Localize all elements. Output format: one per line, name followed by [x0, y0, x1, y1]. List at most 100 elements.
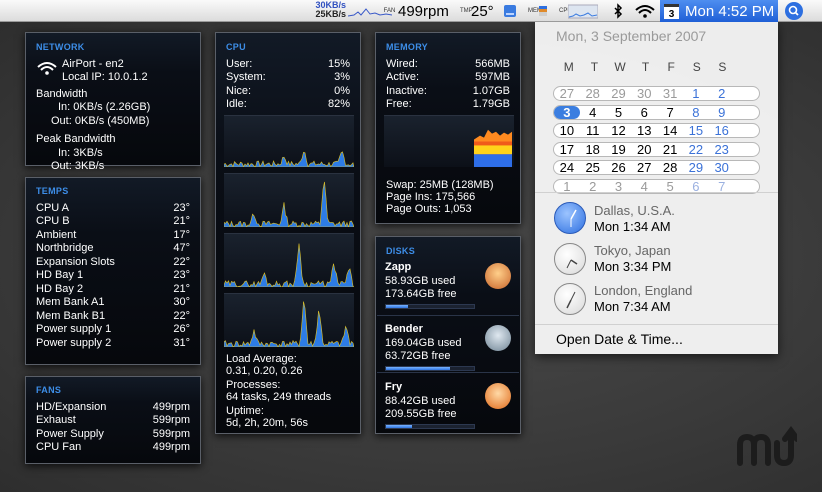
city-name: Dallas, U.S.A.	[594, 203, 675, 218]
calendar-day[interactable]: 13	[631, 124, 657, 137]
network-rate-menu-extra[interactable]: 30KB/s 25KB/s	[306, 1, 346, 19]
bluetooth-icon[interactable]	[612, 0, 624, 22]
calendar-day[interactable]: 12	[606, 124, 632, 137]
fan-speed-menu-extra[interactable]: 499rpm	[398, 0, 449, 22]
stat-label: CPU A	[36, 201, 70, 214]
calendar-day[interactable]: 25	[580, 161, 606, 174]
network-title: NETWORK	[36, 42, 85, 52]
wifi-icon[interactable]	[634, 0, 656, 22]
download-rate: 25KB/s	[315, 9, 346, 19]
calendar-day[interactable]: 27	[554, 87, 580, 100]
calendar-day[interactable]: 9	[709, 106, 735, 119]
calendar-day[interactable]: 26	[606, 161, 632, 174]
swap-info: Swap: 25MB (128MB) Page Ins: 175,566 Pag…	[386, 179, 494, 215]
stat-label: User:	[226, 57, 253, 70]
cpu-activity-area	[224, 181, 354, 227]
calendar-day[interactable]: 5	[606, 106, 632, 119]
calendar-day[interactable]: 27	[631, 161, 657, 174]
calendar-day[interactable]: 15	[683, 124, 709, 137]
calendar-day[interactable]: 4	[631, 180, 657, 193]
stat-row: Idle: 82%	[226, 98, 350, 112]
calendar-day[interactable]: 1	[554, 180, 580, 193]
calendar-day[interactable]: 2	[580, 180, 606, 193]
divider	[377, 315, 519, 316]
stat-row: Power Supply 599rpm	[36, 428, 190, 442]
calendar-day[interactable]: 28	[657, 161, 683, 174]
calendar-day[interactable]: 16	[709, 124, 735, 137]
calendar-day[interactable]: 6	[683, 180, 709, 193]
cpu-activity-outline	[224, 181, 354, 227]
london-clock-icon	[554, 283, 586, 315]
stat-value: 22°	[173, 255, 190, 268]
stat-label: HD Bay 2	[36, 282, 84, 295]
stat-value: 1.79GB	[472, 98, 510, 110]
world-clock-tokyo[interactable]: Tokyo, Japan Mon 3:34 PM	[594, 243, 671, 275]
calendar-day[interactable]: 18	[580, 143, 606, 156]
disk-activity-icon[interactable]	[503, 0, 517, 22]
calendar-day[interactable]: 30	[631, 87, 657, 100]
calendar-day[interactable]: 23	[709, 143, 735, 156]
calendar-day[interactable]: 3	[606, 180, 632, 193]
stat-value: 23°	[173, 269, 190, 281]
processes-label: Processes:	[226, 379, 281, 391]
stat-row: CPU B 21°	[36, 215, 190, 229]
uptime-label: Uptime:	[226, 405, 264, 417]
calendar-day[interactable]: 29	[606, 87, 632, 100]
disks-title: DISKS	[386, 246, 416, 256]
calendar-day[interactable]: 4	[580, 106, 606, 119]
calendar-day[interactable]: 7	[709, 180, 735, 193]
memory-menu-extra[interactable]	[538, 0, 548, 22]
peak-in-label: In:	[58, 146, 71, 159]
cpu-graph-menu-extra[interactable]	[568, 0, 598, 22]
spotlight-icon[interactable]	[784, 0, 804, 22]
calendar-day[interactable]: 2	[709, 87, 735, 100]
cpu-label: CPU	[559, 8, 572, 14]
stat-value: 15%	[327, 57, 350, 70]
weekday-label: T	[590, 60, 599, 74]
stat-value: 26°	[173, 323, 190, 335]
stat-value: 566MB	[475, 57, 510, 70]
calendar-day[interactable]: 14	[657, 124, 683, 137]
open-date-time-menu-item[interactable]: Open Date & Time...	[556, 331, 683, 347]
weekday-label: T	[641, 60, 650, 74]
calendar-day[interactable]: 29	[683, 161, 709, 174]
stat-label: Idle:	[226, 98, 247, 110]
calendar-day[interactable]: 22	[683, 143, 709, 156]
calendar-day[interactable]: 11	[580, 124, 606, 137]
peak-out-value: 3KB/s	[74, 160, 105, 172]
fan-label: FAN	[383, 8, 396, 14]
cpu-activity-outline	[224, 301, 354, 347]
stat-value: 82%	[327, 98, 350, 110]
stat-row: Active: 597MB	[386, 71, 510, 85]
world-clock-london[interactable]: London, England Mon 7:34 AM	[594, 283, 692, 315]
clock-menu-extra[interactable]: 3 Mon 4:52 PM	[660, 0, 778, 22]
temps-panel: TEMPS CPU A 23° CPU B 21° Ambient 17° Northbri…	[25, 177, 201, 365]
calendar-day[interactable]: 8	[683, 106, 709, 119]
calendar-day[interactable]: 17	[554, 143, 580, 156]
peak-in-value: 3KB/s	[73, 146, 103, 159]
calendar-day[interactable]: 24	[554, 161, 580, 174]
calendar-day[interactable]: 1	[683, 87, 709, 100]
calendar-day[interactable]: 19	[606, 143, 632, 156]
calendar-day[interactable]: 30	[709, 161, 735, 174]
calendar-day[interactable]: 31	[657, 87, 683, 100]
stat-value: 1.07GB	[472, 84, 510, 97]
calendar-day[interactable]: 21	[657, 143, 683, 156]
calendar-day[interactable]: 20	[631, 143, 657, 156]
calendar-day[interactable]: 28	[580, 87, 606, 100]
menu-bar: 30KB/s 25KB/s FAN 499rpm TMP 25° MEM CPU…	[0, 0, 822, 22]
weekday-label: S	[692, 60, 701, 74]
world-clock-dallas[interactable]: Dallas, U.S.A. Mon 1:34 AM	[594, 203, 675, 235]
calendar-day[interactable]: 3	[554, 105, 580, 119]
calendar-day[interactable]: 10	[554, 124, 580, 137]
peak-out: Out: 3KB/s	[36, 160, 190, 174]
calendar-day[interactable]: 7	[657, 106, 683, 119]
stat-row: User: 15%	[226, 58, 350, 72]
temperature-menu-extra[interactable]: 25°	[471, 0, 494, 22]
peak-bandwidth-label: Peak Bandwidth	[36, 133, 116, 145]
calendar-day[interactable]: 5	[657, 180, 683, 193]
stat-value: 599rpm	[152, 427, 190, 440]
disk-usage-fill	[386, 304, 408, 308]
calendar-day[interactable]: 6	[631, 106, 657, 119]
cpu-activity-area	[224, 151, 354, 167]
